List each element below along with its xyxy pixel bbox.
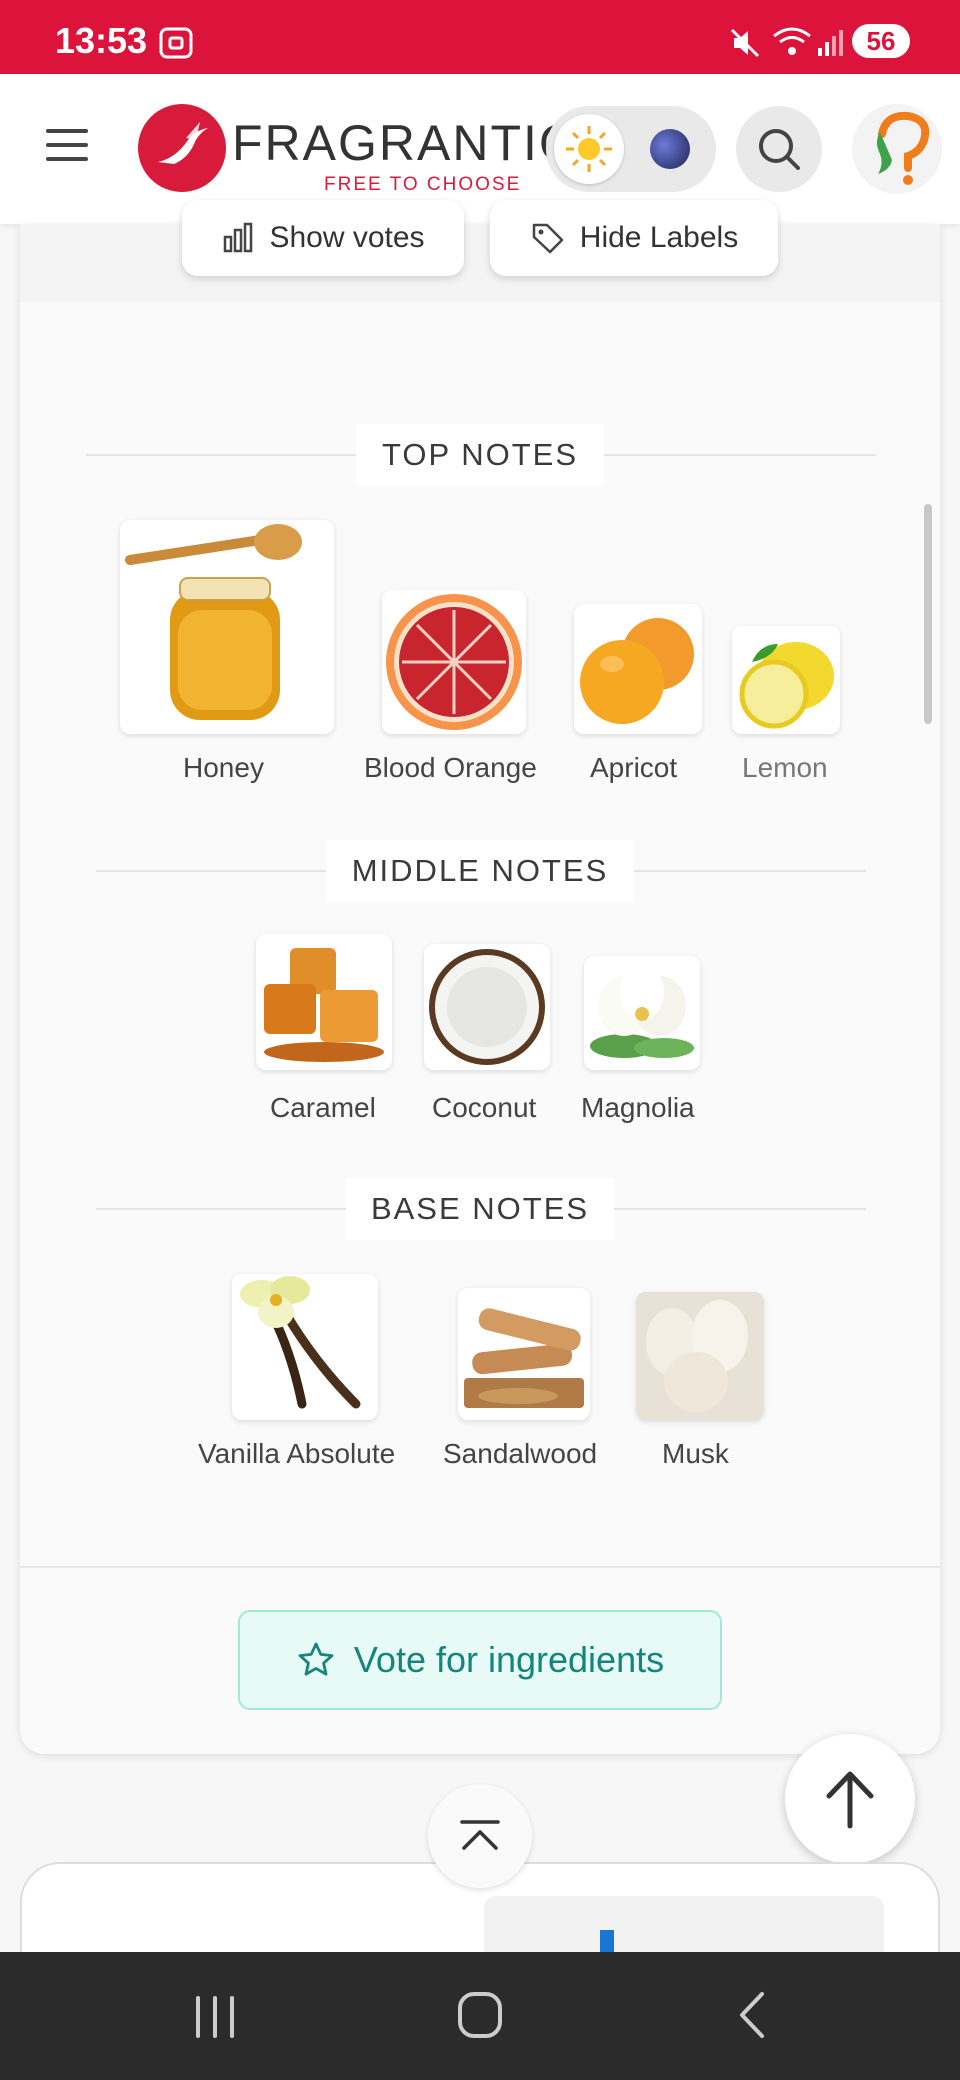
coconut-image[interactable] — [424, 944, 550, 1070]
moon-icon[interactable] — [650, 129, 690, 169]
show-votes-label: Show votes — [269, 221, 425, 254]
signal-icon — [816, 28, 844, 63]
status-time: 13:53 — [55, 20, 148, 61]
home-icon[interactable] — [456, 1990, 504, 2040]
middle-notes-title: MIDDLE NOTES — [326, 840, 634, 902]
note-label: Blood Orange — [364, 752, 537, 783]
note-label: Caramel — [270, 1092, 376, 1123]
logo-icon[interactable] — [138, 104, 226, 192]
tag-icon — [532, 223, 564, 254]
card-divider — [20, 1566, 940, 1568]
note-label: Apricot — [590, 752, 678, 783]
sandalwood-image[interactable] — [458, 1288, 590, 1420]
avatar[interactable] — [852, 104, 942, 194]
vote-ingredients-label: Vote for ingredients — [353, 1639, 665, 1680]
show-votes-button[interactable]: Show votes — [182, 200, 464, 276]
scrollbar[interactable] — [924, 504, 932, 724]
honey-image[interactable] — [120, 520, 334, 734]
note-label: Musk — [662, 1438, 729, 1469]
vanilla-image[interactable] — [232, 1274, 378, 1420]
card-top-strip — [20, 224, 940, 302]
mute-icon — [728, 26, 762, 65]
recent-apps-icon[interactable] — [190, 1994, 240, 2040]
search-icon — [759, 129, 800, 170]
arrow-up-icon — [826, 1771, 874, 1829]
vote-ingredients-button[interactable]: Vote for ingredients — [238, 1610, 722, 1710]
logo-tagline: FREE TO CHOOSE — [324, 174, 522, 195]
status-bar: 13:53 56 — [0, 0, 960, 74]
screenshot-icon — [158, 26, 194, 65]
note-label: Sandalwood — [443, 1438, 598, 1469]
collapse-button[interactable] — [428, 1784, 532, 1888]
note-label: Lemon — [742, 752, 828, 783]
note-label: Vanilla Absolute — [198, 1438, 396, 1469]
musk-image[interactable] — [636, 1292, 764, 1420]
note-label: Honey — [183, 752, 264, 783]
battery-icon: 56 — [852, 24, 910, 58]
bar-chart-icon — [224, 222, 253, 253]
lemon-image[interactable] — [732, 626, 840, 734]
chevron-up-icon — [460, 1820, 500, 1850]
theme-toggle[interactable] — [546, 106, 716, 192]
wifi-icon — [770, 24, 814, 65]
hide-labels-button[interactable]: Hide Labels — [490, 200, 778, 276]
site-header: FRAGRANTICA FREE TO CHOOSE — [0, 74, 960, 224]
apricot-image[interactable] — [574, 604, 702, 734]
back-to-top-button[interactable] — [785, 1734, 915, 1864]
search-button[interactable] — [736, 106, 822, 192]
sun-icon[interactable] — [554, 114, 624, 184]
note-label: Magnolia — [581, 1092, 695, 1123]
top-notes-title: TOP NOTES — [356, 424, 604, 486]
system-nav-bar — [0, 1952, 960, 2080]
magnolia-image[interactable] — [584, 956, 700, 1070]
note-label: Coconut — [432, 1092, 537, 1123]
menu-icon[interactable] — [46, 129, 92, 169]
caramel-image[interactable] — [256, 934, 392, 1070]
back-icon[interactable] — [734, 1990, 770, 2040]
blood-orange-image[interactable] — [382, 590, 526, 734]
hide-labels-label: Hide Labels — [579, 221, 739, 254]
base-notes-title: BASE NOTES — [346, 1178, 614, 1240]
star-icon — [298, 1642, 334, 1676]
